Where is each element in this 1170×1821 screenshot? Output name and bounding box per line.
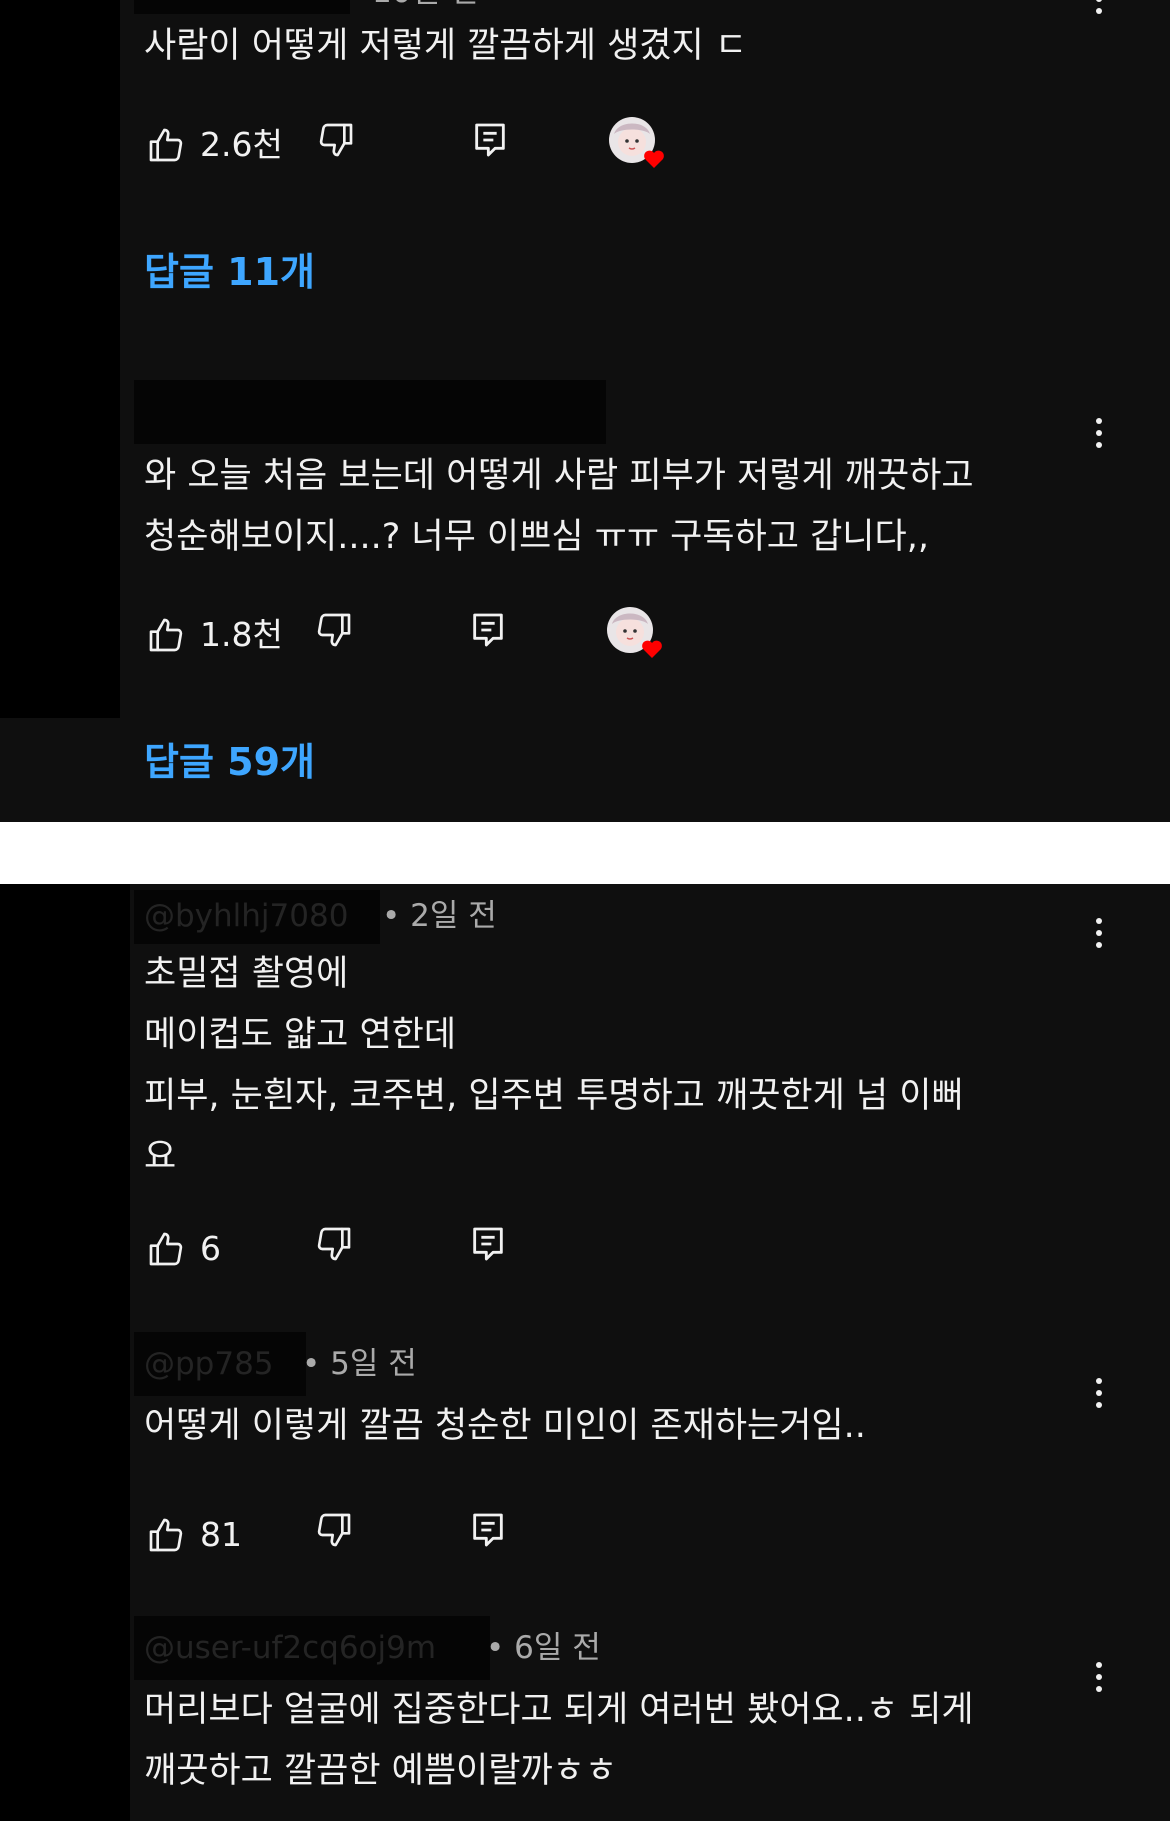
thumbs-up-icon [149,1232,183,1266]
like-button[interactable]: 2.6천 [146,120,283,170]
thumbs-up-icon [149,618,183,652]
redacted-username [134,380,606,444]
thumbs-up-icon [149,128,183,162]
thumbs-down-icon [317,613,351,647]
more-vert-icon[interactable] [1096,418,1104,454]
reply-icon [473,1513,503,1547]
reply-icon [473,613,503,647]
like-button[interactable]: 81 [146,1510,242,1560]
left-margin-strip [0,0,120,718]
comment-text: 사람이 어떻게 저렇게 깔끔하게 생겼지 ㄷ [144,26,748,66]
reply-button[interactable] [468,1510,508,1550]
comment-actions: 2.6천 [146,117,706,170]
more-vert-icon[interactable] [1096,1662,1104,1698]
reply-button[interactable] [468,610,508,650]
like-button[interactable]: 1.8천 [146,610,283,660]
dislike-button[interactable] [314,610,354,650]
creator-heart-icon [606,606,662,658]
like-button[interactable]: 6 [146,1224,221,1274]
view-replies-link[interactable]: 답글 59개 [144,737,315,787]
like-count: 2.6천 [200,125,283,164]
comment-actions: 81 [146,1510,546,1560]
comment-actions: 1.8천 [146,607,706,660]
comment-time: • 2일 전 [382,898,497,934]
dislike-button[interactable] [314,1510,354,1550]
comment-text: 초밀접 촬영에 메이컵도 얇고 연한데 피부, 눈흰자, 코주변, 입주변 투명… [144,954,964,1177]
comment-text: 와 오늘 처음 보는데 어떻게 사람 피부가 저렇게 깨끗하고 청순해보이지..… [144,456,974,557]
thumbs-up-icon [149,1518,183,1552]
left-margin-strip [0,884,130,1821]
dislike-button[interactable] [316,120,356,160]
comment-text: 머리보다 얼굴에 집중한다고 되게 여러번 봤어요..ㅎ 되게 깨끗하고 깔끔한… [144,1690,974,1791]
comment-time: • 5일 전 [302,1346,417,1382]
more-vert-icon[interactable] [1096,1378,1104,1414]
thumbs-down-icon [317,1227,351,1261]
comment-time: • 6일 전 [486,1630,601,1666]
reply-button[interactable] [468,1224,508,1264]
like-count: 6 [200,1229,221,1268]
like-count: 1.8천 [200,615,283,654]
redacted-username [134,0,350,14]
comment-username[interactable]: @user-uf2cq6oj9m [144,1628,436,1668]
comment-username[interactable]: @byhlhj7080 [144,896,348,936]
comment-time: 10일 전 [372,0,478,12]
reply-button[interactable] [470,120,510,160]
dislike-button[interactable] [314,1224,354,1264]
comment-username[interactable]: @pp785 [144,1344,274,1384]
like-count: 81 [200,1515,242,1554]
more-vert-icon[interactable] [1096,918,1104,954]
creator-heart-icon [608,116,664,168]
reply-icon [473,1227,503,1261]
top-comments-panel: 10일 전 사람이 어떻게 저렇게 깔끔하게 생겼지 ㄷ 2.6천 답글 11개… [0,0,1170,822]
reply-icon [475,123,505,157]
view-replies-link[interactable]: 답글 11개 [144,247,315,297]
comment-actions: 6 [146,1224,546,1274]
comment-text: 어떻게 이렇게 깔끔 청순한 미인이 존재하는거임.. [144,1406,866,1446]
thumbs-down-icon [319,123,353,157]
more-vert-icon[interactable] [1096,0,1104,20]
bottom-comments-panel: @byhlhj7080 • 2일 전 초밀접 촬영에 메이컵도 얇고 연한데 피… [0,884,1170,1821]
thumbs-down-icon [317,1513,351,1547]
